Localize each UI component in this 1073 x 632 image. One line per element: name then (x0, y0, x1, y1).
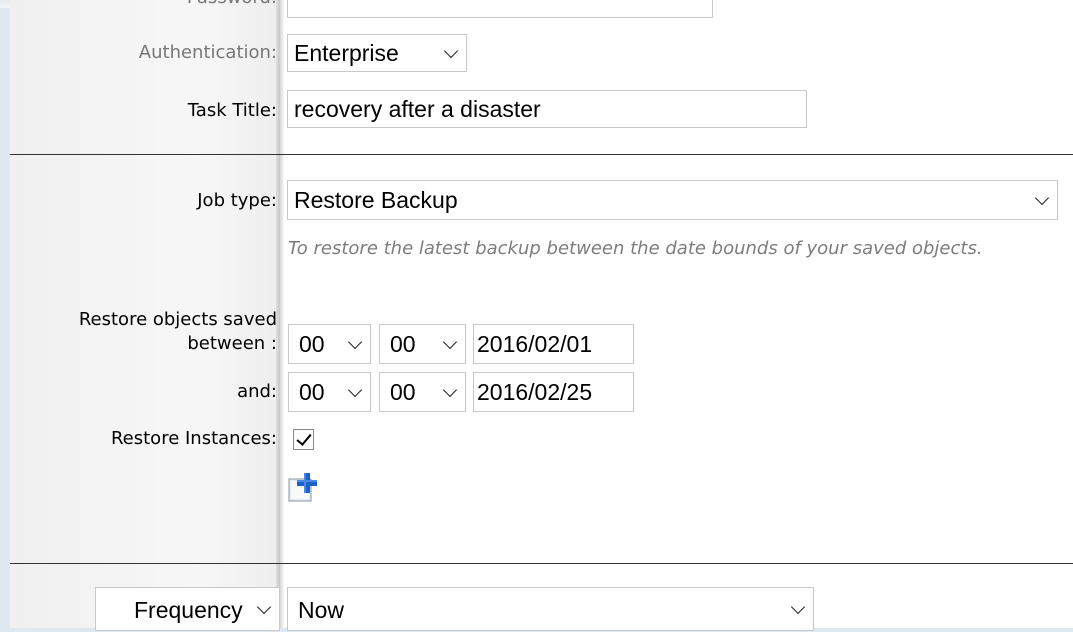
task-title-label: Task Title: (187, 100, 277, 121)
check-icon (296, 430, 312, 446)
chevron-down-icon (1034, 190, 1050, 206)
frequency-select-value: Frequency (134, 597, 243, 623)
end-date-value: 2016/02/25 (477, 379, 593, 405)
chevron-down-icon (256, 599, 272, 615)
start-date-value: 2016/02/01 (477, 331, 593, 357)
end-hour-select[interactable]: 00 (288, 372, 371, 412)
start-hour-select[interactable]: 00 (288, 324, 371, 364)
section-divider-2 (10, 563, 1073, 564)
column-divider-shadow (276, 0, 284, 628)
end-date-input[interactable]: 2016/02/25 (473, 372, 634, 412)
start-minute-value: 00 (390, 331, 416, 357)
job-type-hint: To restore the latest backup between the… (288, 238, 983, 259)
authentication-select-value: Enterprise (294, 40, 399, 66)
task-title-input[interactable]: recovery after a disaster (287, 90, 807, 128)
chevron-down-icon (442, 334, 458, 350)
section-divider (10, 154, 1073, 155)
authentication-label: Authentication: (138, 42, 277, 63)
task-title-value: recovery after a disaster (294, 96, 541, 122)
start-date-input[interactable]: 2016/02/01 (473, 324, 634, 364)
chevron-down-icon (442, 382, 458, 398)
restore-instances-checkbox[interactable] (293, 429, 314, 450)
end-minute-select[interactable]: 00 (379, 372, 466, 412)
job-type-select[interactable]: Restore Backup (287, 180, 1058, 220)
password-field[interactable] (287, 0, 713, 18)
start-minute-select[interactable]: 00 (379, 324, 466, 364)
job-type-label: Job type: (197, 190, 277, 211)
chevron-down-icon (790, 599, 806, 615)
password-label: Password: (187, 0, 277, 9)
chevron-down-icon (347, 334, 363, 350)
restore-between-label: Restore objects saved (78, 309, 277, 330)
restore-instances-label: Restore Instances: (110, 428, 277, 449)
end-minute-value: 00 (390, 379, 416, 405)
authentication-select[interactable]: Enterprise (287, 34, 467, 72)
restore-between-label-line2: between : (187, 333, 277, 354)
chevron-down-icon (347, 382, 363, 398)
job-type-select-value: Restore Backup (294, 187, 458, 213)
start-hour-value: 00 (299, 331, 325, 357)
frequency-select[interactable]: Frequency (95, 587, 280, 631)
plus-icon[interactable] (288, 471, 322, 505)
chevron-down-icon (443, 43, 459, 59)
frequency-value: Now (298, 597, 345, 623)
and-label: and: (237, 381, 277, 402)
end-hour-value: 00 (299, 379, 325, 405)
frequency-value-select[interactable]: Now (287, 587, 814, 631)
